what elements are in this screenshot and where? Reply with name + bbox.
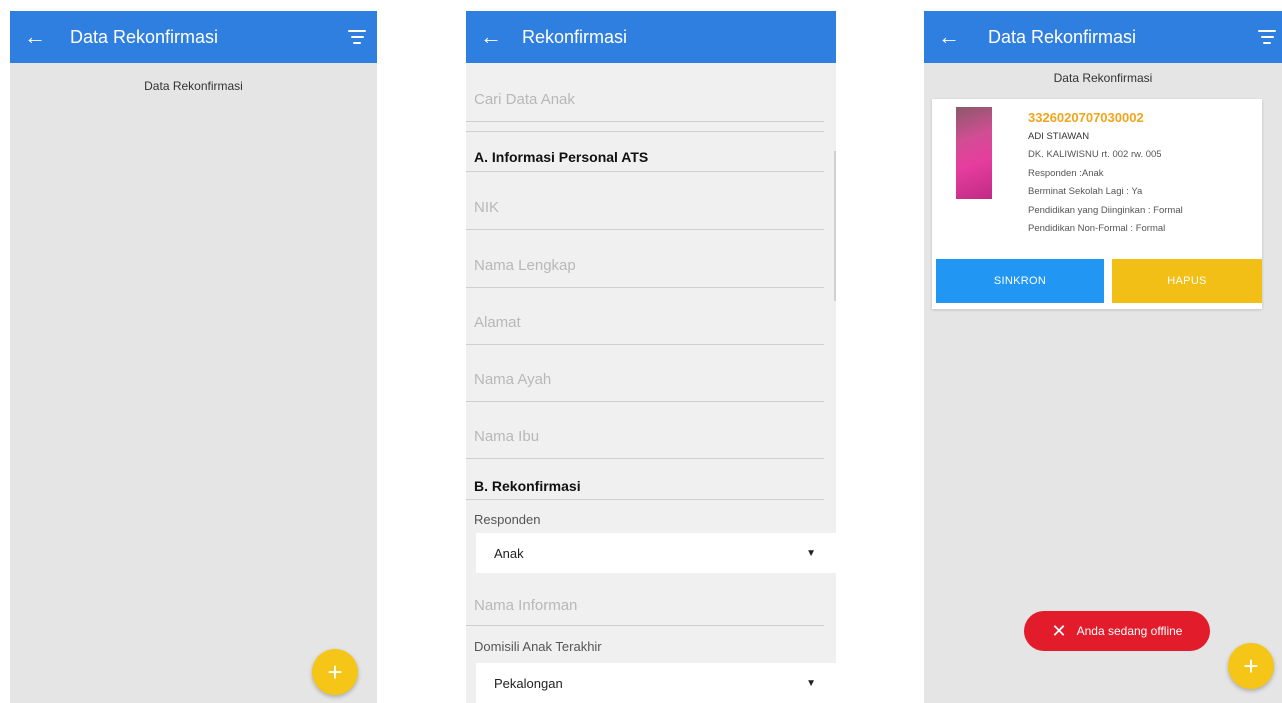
- app-bar-title: Data Rekonfirmasi: [70, 26, 219, 47]
- record-non-formal: Pendidikan Non-Formal : Formal: [1028, 223, 1166, 234]
- back-arrow-icon[interactable]: ←: [466, 24, 516, 50]
- section-a-title: A. Informasi Personal ATS: [474, 149, 649, 165]
- domisili-value: Pekalongan: [494, 675, 563, 691]
- app-bar: ← Data Rekonfirmasi: [10, 11, 377, 63]
- father-name-input[interactable]: Nama Ayah: [466, 371, 824, 402]
- toast-text: Anda sedang offline: [1076, 624, 1183, 638]
- record-card[interactable]: 3326020707030002 ADI STIAWAN DK. KALIWIS…: [932, 99, 1262, 309]
- address-input[interactable]: Alamat: [466, 314, 824, 345]
- full-name-input[interactable]: Nama Lengkap: [466, 257, 824, 288]
- responden-dropdown[interactable]: Anak ▼: [476, 533, 836, 573]
- add-fab-button[interactable]: +: [1228, 643, 1274, 689]
- domisili-dropdown[interactable]: Pekalongan ▼: [476, 663, 836, 703]
- divider: [466, 499, 824, 500]
- search-child-input[interactable]: Cari Data Anak: [466, 91, 824, 122]
- app-bar: ← Data Rekonfirmasi: [924, 11, 1282, 63]
- page-subtitle: Data Rekonfirmasi: [1053, 71, 1153, 85]
- offline-toast: ✕ Anda sedang offline: [1024, 611, 1210, 651]
- child-photo: [956, 107, 992, 199]
- section-b-title: B. Rekonfirmasi: [474, 478, 581, 494]
- nik-input[interactable]: NIK: [466, 199, 824, 230]
- app-bar: ← Rekonfirmasi: [466, 11, 836, 63]
- record-responden: Responden :Anak: [1028, 167, 1104, 179]
- screen-rekonfirmasi-form: ← Rekonfirmasi Cari Data Anak A. Informa…: [466, 11, 836, 703]
- domisili-label: Domisili Anak Terakhir: [474, 639, 602, 654]
- back-arrow-icon[interactable]: ←: [10, 24, 60, 50]
- screen-data-rekonfirmasi-list: ← Data Rekonfirmasi Data Rekonfirmasi 33…: [924, 11, 1282, 703]
- back-arrow-icon[interactable]: ←: [924, 24, 974, 50]
- scrollbar[interactable]: [834, 151, 836, 301]
- divider: [466, 171, 824, 172]
- informant-name-input[interactable]: Nama Informan: [466, 597, 824, 626]
- page-subtitle: Data Rekonfirmasi: [144, 79, 243, 93]
- dropdown-caret-icon: ▼: [806, 677, 816, 689]
- filter-icon[interactable]: [337, 30, 377, 44]
- add-fab-button[interactable]: +: [312, 649, 358, 695]
- close-icon[interactable]: ✕: [1052, 621, 1067, 642]
- filter-icon[interactable]: [1252, 30, 1282, 44]
- responden-label: Responden: [474, 512, 541, 527]
- record-name: ADI STIAWAN: [1028, 130, 1090, 142]
- mother-name-input[interactable]: Nama Ibu: [466, 428, 824, 459]
- screen-data-rekonfirmasi-empty: ← Data Rekonfirmasi Data Rekonfirmasi +: [10, 11, 377, 703]
- record-nik: 3326020707030002: [1028, 110, 1144, 125]
- responden-value: Anak: [494, 545, 524, 561]
- record-berminat: Berminat Sekolah Lagi : Ya: [1028, 186, 1143, 197]
- dropdown-caret-icon: ▼: [806, 547, 816, 559]
- delete-button[interactable]: HAPUS: [1112, 259, 1262, 303]
- app-bar-title: Rekonfirmasi: [522, 26, 628, 47]
- app-bar-title: Data Rekonfirmasi: [988, 26, 1137, 47]
- record-info: 3326020707030002 ADI STIAWAN DK. KALIWIS…: [1028, 109, 1183, 239]
- record-address: DK. KALIWISNU rt. 002 rw. 005: [1028, 149, 1162, 160]
- divider: [466, 131, 824, 132]
- record-pendidikan: Pendidikan yang Diinginkan : Formal: [1028, 204, 1183, 216]
- sync-button[interactable]: SINKRON: [936, 259, 1104, 303]
